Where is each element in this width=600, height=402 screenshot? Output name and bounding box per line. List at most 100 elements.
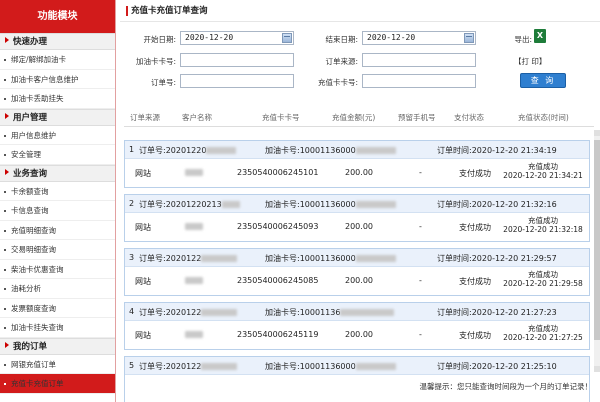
recharge-card-input[interactable] xyxy=(362,74,476,88)
bullet-icon xyxy=(4,383,6,385)
scroll-down-icon[interactable] xyxy=(594,366,600,372)
recharge-amount: 200.00 xyxy=(345,168,373,177)
query-button[interactable]: 查 询 xyxy=(520,73,566,88)
order-card[interactable]: 4 订单号:2020122 加油卡号:10001136 订单时间:2020-12… xyxy=(124,302,590,350)
calendar-icon[interactable] xyxy=(282,33,292,43)
order-card[interactable]: 5 订单号:2020122 加油卡号:10001136000 订单时间:2020… xyxy=(124,356,590,402)
sidebar-item-bind-card[interactable]: 绑定/解绑加油卡 xyxy=(0,50,115,70)
fuel-card-no: 加油卡号:10001136000 xyxy=(265,199,396,210)
sidebar-item-report-loss[interactable]: 加油卡丢助挂失 xyxy=(0,89,115,109)
order-card-header: 3 订单号:2020122 加油卡号:10001136000 订单时间:2020… xyxy=(125,249,589,267)
order-index: 5 xyxy=(129,361,135,370)
sidebar-item-fuel-analysis[interactable]: 油耗分析 xyxy=(0,279,115,299)
triangle-right-icon xyxy=(5,112,9,119)
bullet-icon xyxy=(4,327,6,329)
column-header: 订单来源 xyxy=(130,113,160,122)
sidebar-item-card-info[interactable]: 卡信息查询 xyxy=(0,201,115,221)
order-source: 网站 xyxy=(135,169,151,178)
end-date-input[interactable]: 2020-12-20 xyxy=(362,31,476,45)
bullet-icon xyxy=(4,268,6,271)
order-no: 订单号:20201220213 xyxy=(139,199,240,210)
column-header: 客户名称 xyxy=(182,113,212,122)
end-date-label: 结束日期: xyxy=(325,35,358,44)
bullet-icon xyxy=(4,307,6,310)
sidebar-group-query[interactable]: 业务查询 xyxy=(0,164,115,182)
order-card-body: 网站 2350540006245119 200.00 - 支付成功 充值成功 2… xyxy=(125,321,589,349)
excel-icon[interactable]: X xyxy=(534,29,546,43)
bullet-icon xyxy=(4,363,6,366)
sidebar-item-security[interactable]: 安全管理 xyxy=(0,145,115,165)
scroll-up-icon[interactable] xyxy=(594,130,600,136)
order-index: 3 xyxy=(129,253,135,262)
order-source: 网站 xyxy=(135,223,151,232)
bullet-icon xyxy=(4,288,6,290)
order-no: 订单号:2020122 xyxy=(139,307,238,318)
sidebar-item-diesel-discount[interactable]: 柴油卡优惠查询 xyxy=(0,260,115,279)
bullet-icon xyxy=(4,249,6,251)
customer-name xyxy=(185,222,203,231)
sidebar-title: 功能模块 xyxy=(0,0,115,33)
order-no: 订单号:2020122 xyxy=(139,253,238,264)
calendar-icon[interactable] xyxy=(464,33,474,43)
triangle-right-icon xyxy=(5,341,9,348)
list-scrollbar[interactable] xyxy=(594,130,600,372)
order-index: 4 xyxy=(129,307,135,316)
sidebar-item-recharge-detail[interactable]: 充值明细查询 xyxy=(0,221,115,240)
order-time: 订单时间:2020-12-20 21:29:57 xyxy=(437,254,557,263)
order-card-body: 网站 2350540006245101 200.00 - 支付成功 充值成功 2… xyxy=(125,159,589,187)
order-source-input[interactable] xyxy=(362,53,476,67)
sidebar-item-customer-info[interactable]: 加油卡客户信息维护 xyxy=(0,70,115,89)
scroll-thumb[interactable] xyxy=(594,140,600,340)
start-date-input[interactable]: 2020-12-20 xyxy=(180,31,294,45)
order-card-body: 网站 2350540006245085 200.00 - 支付成功 充值成功 2… xyxy=(125,267,589,295)
recharge-card-no: 2350540006245119 xyxy=(237,330,319,339)
order-card[interactable]: 1 订单号:20201220 加油卡号:10001136000 订单时间:202… xyxy=(124,140,590,188)
title-bar-icon xyxy=(126,6,128,16)
recharge-status: 充值成功 2020-12-20 21:34:21 xyxy=(503,162,583,180)
recharge-amount: 200.00 xyxy=(345,222,373,231)
sidebar-item-invoice-quota[interactable]: 发票额度查询 xyxy=(0,299,115,318)
sidebar-item-transaction-detail[interactable]: 交易明细查询 xyxy=(0,240,115,260)
sidebar-item-bank-orders[interactable]: 网银充值订单 xyxy=(0,355,115,374)
main-panel: 充值卡充值订单查询 开始日期: 2020-12-20 结束日期: 2020-12… xyxy=(120,0,600,402)
order-card[interactable]: 2 订单号:20201220213 加油卡号:10001136000 订单时间:… xyxy=(124,194,590,242)
pay-status: 支付成功 xyxy=(459,331,491,340)
order-no: 订单号:2020122 xyxy=(139,361,238,372)
order-time: 订单时间:2020-12-20 21:34:19 xyxy=(437,146,557,155)
header-divider xyxy=(124,126,594,127)
sidebar-item-balance[interactable]: 卡余额查询 xyxy=(0,182,115,201)
column-header: 充值状态(时间) xyxy=(518,113,569,122)
sidebar-group-user[interactable]: 用户管理 xyxy=(0,108,115,126)
fuel-card-no: 加油卡号:10001136000 xyxy=(265,145,396,156)
print-link[interactable]: 【打 印】 xyxy=(514,56,546,67)
sidebar-group-orders[interactable]: 我的订单 xyxy=(0,337,115,355)
pay-status: 支付成功 xyxy=(459,277,491,286)
fuel-card-input[interactable] xyxy=(180,53,294,67)
bullet-icon xyxy=(4,190,6,193)
order-list: 1 订单号:20201220 加油卡号:10001136000 订单时间:202… xyxy=(124,130,592,402)
reserved-phone: - xyxy=(419,168,422,177)
column-header: 支付状态 xyxy=(454,113,484,122)
recharge-card-no: 2350540006245093 xyxy=(237,222,319,231)
sidebar-item-loss-query[interactable]: 加油卡挂失查询 xyxy=(0,318,115,338)
customer-name xyxy=(185,330,203,339)
order-no-input[interactable] xyxy=(180,74,294,88)
order-index: 1 xyxy=(129,145,135,154)
customer-name xyxy=(185,168,203,177)
order-no-label: 订单号: xyxy=(150,78,176,87)
sidebar-group-quick[interactable]: 快速办理 xyxy=(0,33,115,50)
sidebar-item-recharge-card-orders[interactable]: 充值卡充值订单 xyxy=(0,374,115,394)
fuel-card-label: 加油卡卡号: xyxy=(135,57,176,66)
recharge-status: 充值成功 2020-12-20 21:32:18 xyxy=(503,216,583,234)
sidebar: 功能模块 快速办理 绑定/解绑加油卡 加油卡客户信息维护 加油卡丢助挂失 用户管… xyxy=(0,0,116,402)
order-source: 网站 xyxy=(135,331,151,340)
column-header: 预留手机号 xyxy=(398,113,436,122)
recharge-amount: 200.00 xyxy=(345,276,373,285)
search-form: 开始日期: 2020-12-20 结束日期: 2020-12-20 导出: X … xyxy=(120,26,600,96)
sidebar-item-user-info[interactable]: 用户信息维护 xyxy=(0,126,115,145)
order-no: 订单号:20201220 xyxy=(139,145,237,156)
pay-status: 支付成功 xyxy=(459,169,491,178)
order-source-label: 订单来源: xyxy=(325,57,358,66)
order-source: 网站 xyxy=(135,277,151,286)
order-card[interactable]: 3 订单号:2020122 加油卡号:10001136000 订单时间:2020… xyxy=(124,248,590,296)
